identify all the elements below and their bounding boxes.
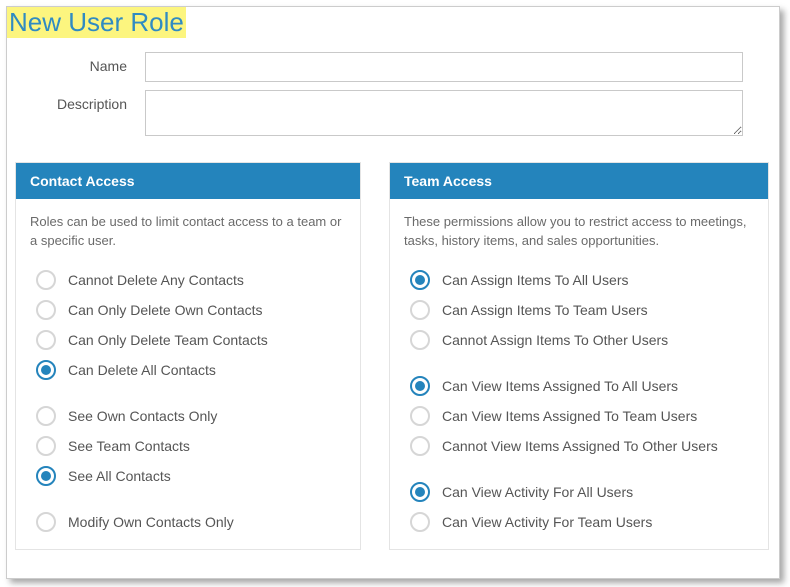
name-row: Name bbox=[15, 52, 771, 82]
radio-icon bbox=[410, 482, 430, 502]
radio-option[interactable]: Can Only Delete Own Contacts bbox=[30, 295, 346, 325]
contact-access-groups: Cannot Delete Any Contacts Can Only Delet… bbox=[16, 261, 360, 549]
radio-label: Can View Activity For Team Users bbox=[442, 514, 652, 530]
radio-icon bbox=[410, 436, 430, 456]
radio-icon bbox=[410, 376, 430, 396]
radio-label: Can View Items Assigned To All Users bbox=[442, 378, 678, 394]
radio-option[interactable]: Can View Activity For All Users bbox=[404, 477, 754, 507]
radio-option[interactable]: Modify Own Contacts Only bbox=[30, 507, 346, 537]
radio-label: Can View Items Assigned To Team Users bbox=[442, 408, 697, 424]
contact-access-panel: Contact Access Roles can be used to limi… bbox=[15, 162, 361, 550]
page-title: New User Role bbox=[7, 7, 186, 38]
radio-icon bbox=[36, 270, 56, 290]
form-area: Name Description bbox=[7, 52, 779, 162]
radio-label: Cannot View Items Assigned To Other User… bbox=[442, 438, 718, 454]
radio-icon bbox=[36, 360, 56, 380]
new-user-role-form: New User Role Name Description Contact A… bbox=[6, 6, 780, 579]
radio-label: Can Assign Items To Team Users bbox=[442, 302, 648, 318]
radio-group: Cannot Delete Any Contacts Can Only Delet… bbox=[16, 261, 360, 397]
radio-icon bbox=[36, 466, 56, 486]
description-row: Description bbox=[15, 90, 771, 136]
radio-icon bbox=[410, 330, 430, 350]
name-label: Name bbox=[15, 52, 145, 74]
team-access-panel: Team Access These permissions allow you … bbox=[389, 162, 769, 550]
description-input[interactable] bbox=[145, 90, 743, 136]
radio-icon bbox=[410, 270, 430, 290]
radio-icon bbox=[410, 406, 430, 426]
contact-access-header: Contact Access bbox=[16, 163, 360, 199]
radio-option[interactable]: Can Only Delete Team Contacts bbox=[30, 325, 346, 355]
radio-label: Modify Own Contacts Only bbox=[68, 514, 234, 530]
radio-label: See Own Contacts Only bbox=[68, 408, 217, 424]
radio-group: Can View Activity For All Users Can View … bbox=[390, 473, 768, 549]
radio-option[interactable]: Cannot Delete Any Contacts bbox=[30, 265, 346, 295]
radio-label: Can Only Delete Team Contacts bbox=[68, 332, 268, 348]
radio-option[interactable]: Can Delete All Contacts bbox=[30, 355, 346, 385]
radio-option[interactable]: Can Assign Items To Team Users bbox=[404, 295, 754, 325]
radio-icon bbox=[36, 330, 56, 350]
team-access-header: Team Access bbox=[390, 163, 768, 199]
radio-group: Modify Own Contacts Only bbox=[16, 503, 360, 549]
radio-group: See Own Contacts Only See Team Contacts Se… bbox=[16, 397, 360, 503]
radio-label: Can View Activity For All Users bbox=[442, 484, 633, 500]
radio-icon bbox=[36, 512, 56, 532]
team-access-groups: Can Assign Items To All Users Can Assign … bbox=[390, 261, 768, 549]
radio-label: Cannot Delete Any Contacts bbox=[68, 272, 244, 288]
name-input[interactable] bbox=[145, 52, 743, 82]
radio-label: Can Assign Items To All Users bbox=[442, 272, 628, 288]
radio-label: Can Only Delete Own Contacts bbox=[68, 302, 263, 318]
description-label: Description bbox=[15, 90, 145, 112]
radio-option[interactable]: Can View Items Assigned To Team Users bbox=[404, 401, 754, 431]
radio-option[interactable]: See All Contacts bbox=[30, 461, 346, 491]
radio-option[interactable]: Cannot Assign Items To Other Users bbox=[404, 325, 754, 355]
radio-group: Can Assign Items To All Users Can Assign … bbox=[390, 261, 768, 367]
radio-label: Cannot Assign Items To Other Users bbox=[442, 332, 668, 348]
radio-option[interactable]: Can View Items Assigned To All Users bbox=[404, 371, 754, 401]
radio-icon bbox=[410, 512, 430, 532]
contact-access-desc: Roles can be used to limit contact acces… bbox=[16, 199, 360, 261]
team-access-desc: These permissions allow you to restrict … bbox=[390, 199, 768, 261]
radio-icon bbox=[36, 436, 56, 456]
radio-option[interactable]: See Team Contacts bbox=[30, 431, 346, 461]
radio-group: Can View Items Assigned To All Users Can … bbox=[390, 367, 768, 473]
radio-option[interactable]: Cannot View Items Assigned To Other User… bbox=[404, 431, 754, 461]
radio-label: See Team Contacts bbox=[68, 438, 190, 454]
radio-option[interactable]: Can Assign Items To All Users bbox=[404, 265, 754, 295]
radio-option[interactable]: See Own Contacts Only bbox=[30, 401, 346, 431]
radio-icon bbox=[410, 300, 430, 320]
radio-icon bbox=[36, 300, 56, 320]
radio-label: See All Contacts bbox=[68, 468, 171, 484]
radio-label: Can Delete All Contacts bbox=[68, 362, 216, 378]
panels-container: Contact Access Roles can be used to limi… bbox=[7, 162, 779, 550]
radio-option[interactable]: Can View Activity For Team Users bbox=[404, 507, 754, 537]
radio-icon bbox=[36, 406, 56, 426]
